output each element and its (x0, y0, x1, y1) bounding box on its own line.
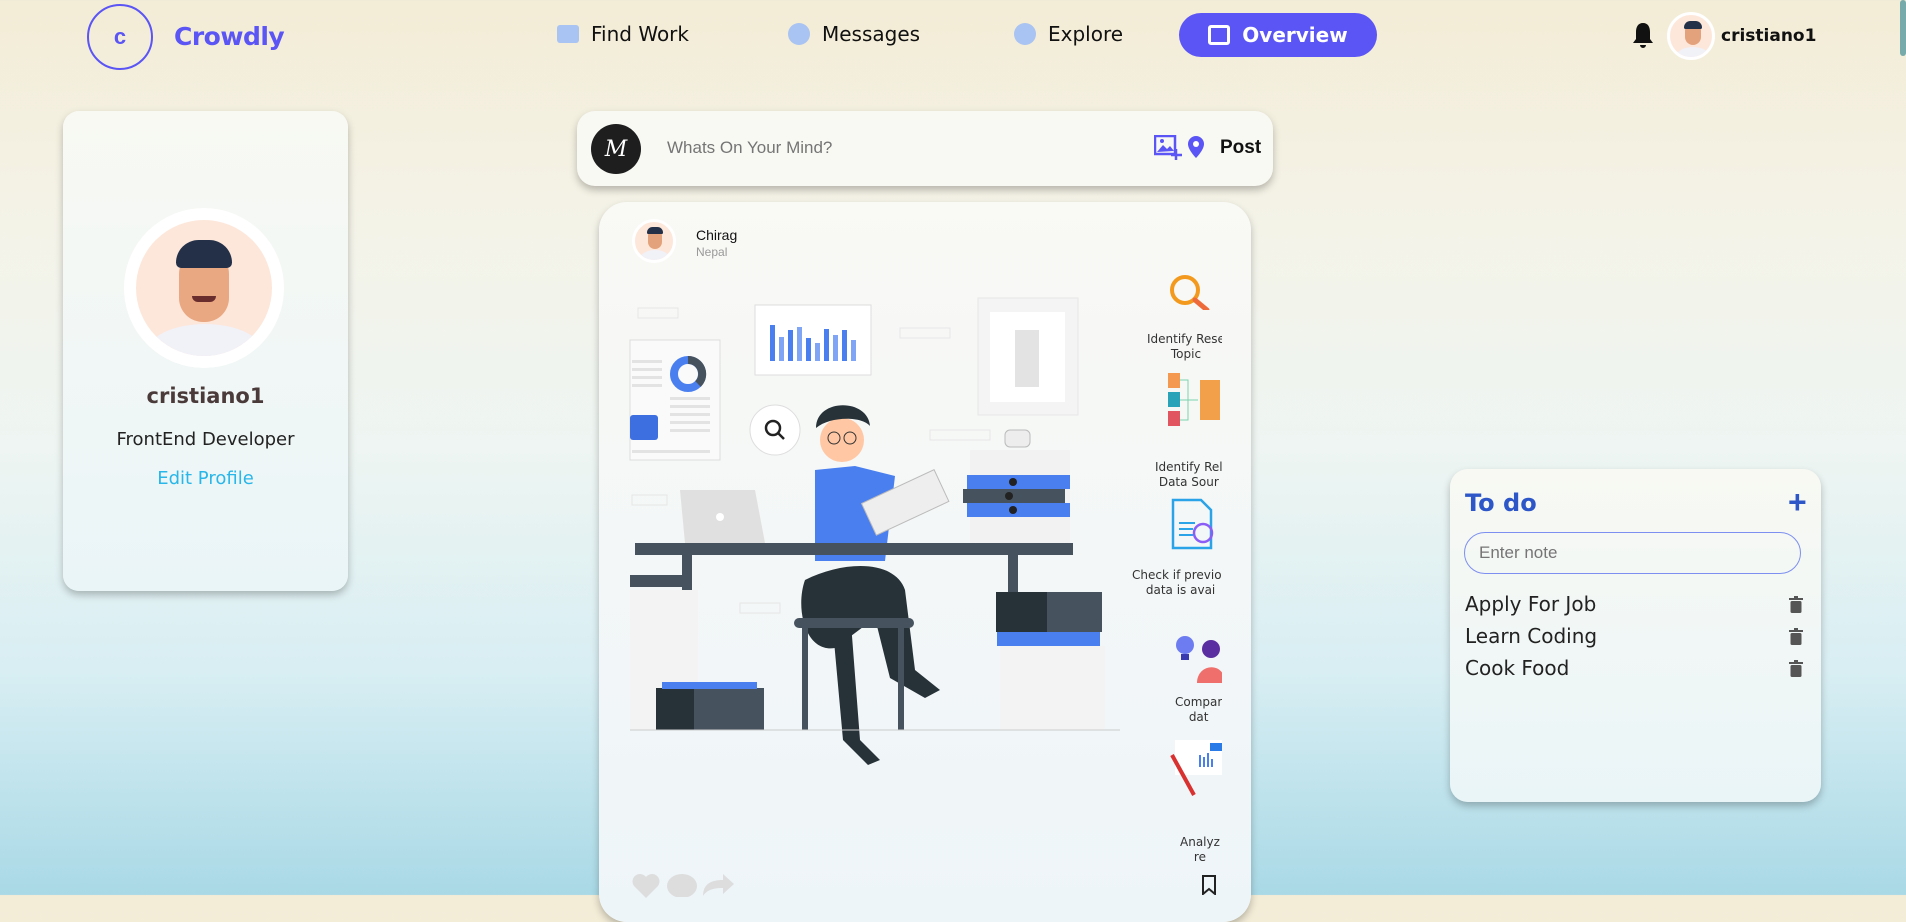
gallery-icon (1208, 25, 1231, 45)
nav-find-work[interactable]: Find Work (557, 22, 689, 46)
todo-list: Apply For Job Learn Coding Cook Food (1465, 588, 1803, 684)
step-label: Check if previou data is avai (1132, 568, 1222, 597)
step-label: Compar dat (1175, 695, 1222, 724)
step-label: Identify Rese Topic (1147, 332, 1222, 361)
step-label: Analyz re (1180, 835, 1220, 864)
profile-card: cristiano1 FrontEnd Developer Edit Profi… (63, 111, 348, 591)
bookmark-icon[interactable] (1201, 874, 1217, 895)
idea-person-icon (1176, 636, 1222, 683)
trash-icon[interactable] (1789, 627, 1803, 645)
post-composer: M Post (577, 111, 1273, 186)
todo-item-text: Cook Food (1465, 656, 1570, 680)
add-todo-button[interactable]: + (1788, 486, 1807, 518)
edit-profile-link[interactable]: Edit Profile (63, 468, 348, 489)
composer-avatar: M (591, 124, 641, 174)
nav-overview[interactable]: Overview (1179, 13, 1377, 57)
bell-icon[interactable] (1632, 22, 1654, 50)
logo[interactable]: c (87, 4, 153, 70)
profile-name: cristiano1 (146, 384, 265, 408)
brand-name[interactable]: Crowdly (174, 22, 285, 51)
scrollbar[interactable] (1900, 0, 1906, 56)
todo-item: Learn Coding (1465, 620, 1803, 652)
location-pin-icon[interactable] (1188, 136, 1204, 158)
header-username[interactable]: cristiano1 (1721, 26, 1816, 46)
todo-item: Apply For Job (1465, 588, 1803, 620)
magnifier-icon (1170, 275, 1210, 310)
todo-card: To do + Apply For Job Learn Coding Cook … (1450, 469, 1821, 802)
document-search-icon (1171, 498, 1214, 550)
nav-label: Overview (1242, 23, 1348, 47)
heart-icon[interactable] (632, 874, 660, 898)
add-image-icon[interactable] (1154, 135, 1182, 161)
post-image[interactable]: Identify Rese Topic Identify Rel Data Sour… (620, 270, 1222, 895)
share-icon[interactable] (701, 872, 735, 896)
analyze-chart-icon (1170, 740, 1222, 796)
todo-title: To do (1465, 489, 1537, 517)
todo-item-text: Learn Coding (1465, 624, 1598, 648)
nav-messages[interactable]: Messages (788, 22, 920, 46)
profile-role: FrontEnd Developer (116, 429, 295, 450)
illustration-desk-worker (629, 297, 1120, 765)
post-button[interactable]: Post (1220, 137, 1261, 159)
post-author-avatar[interactable] (632, 219, 676, 263)
trash-icon[interactable] (1789, 595, 1803, 613)
trash-icon[interactable] (1789, 659, 1803, 677)
post-input[interactable] (667, 131, 1107, 165)
todo-item: Cook Food (1465, 652, 1803, 684)
header-avatar[interactable] (1667, 12, 1715, 60)
compass-icon (1014, 23, 1036, 45)
todo-note-input[interactable] (1464, 532, 1801, 574)
chat-bubble-icon (788, 23, 810, 45)
nav-label: Explore (1048, 22, 1124, 46)
post-author-location: Nepal (696, 245, 728, 259)
nav-label: Find Work (591, 22, 689, 46)
briefcase-icon (557, 25, 579, 43)
step-label: Identify Rel Data Sour (1155, 460, 1222, 489)
profile-avatar (124, 208, 284, 368)
nav-explore[interactable]: Explore (1014, 22, 1123, 46)
logo-letter: c (113, 24, 127, 49)
data-sources-icon (1168, 373, 1220, 426)
post-author-name[interactable]: Chirag (696, 227, 737, 243)
nav-label: Messages (822, 22, 921, 46)
todo-item-text: Apply For Job (1465, 592, 1597, 616)
comment-icon[interactable] (666, 873, 698, 897)
